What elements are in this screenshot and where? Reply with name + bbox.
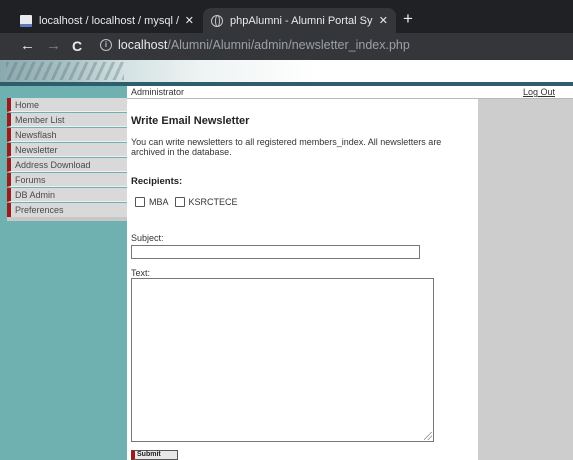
sidebar-item-newsletter[interactable]: Newsletter	[7, 143, 127, 157]
tab-title: phpAlumni - Alumni Portal Syste	[230, 14, 373, 27]
browser-tab-strip: localhost / localhost / mysql / us ✕ php…	[0, 0, 573, 33]
text-label: Text:	[131, 268, 151, 278]
recipient-checkbox-ksrctece[interactable]	[174, 197, 185, 207]
sidebar-menu-footer	[7, 217, 127, 221]
browser-tab-phpalumni[interactable]: phpAlumni - Alumni Portal Syste ✕	[203, 8, 396, 33]
sidebar-item-preferences[interactable]: Preferences	[7, 203, 127, 217]
back-arrow-icon[interactable]: ←	[20, 37, 35, 55]
url-host: localhost	[118, 38, 168, 52]
url-path: /Alumni/Alumni/admin/newsletter_index.ph…	[167, 38, 410, 52]
resize-handle-icon[interactable]	[424, 432, 432, 440]
intro-text: You can write newsletters to all registe…	[131, 137, 442, 157]
text-area[interactable]	[131, 278, 434, 442]
browser-tab-phpmyadmin[interactable]: localhost / localhost / mysql / us ✕	[12, 8, 202, 33]
admin-bar: Administrator Log Out	[127, 86, 573, 99]
new-tab-button[interactable]: +	[403, 9, 413, 29]
page-title: Write Email Newsletter	[131, 115, 250, 127]
sidebar-item-member-list[interactable]: Member List	[7, 113, 127, 127]
sidebar-item-home[interactable]: Home	[7, 98, 127, 112]
recipient-label-mba: MBA	[149, 197, 169, 207]
tab-title: localhost / localhost / mysql / us	[39, 14, 179, 27]
recipients-label: Recipients:	[131, 176, 183, 187]
browser-toolbar: ← → C i localhost/Alumni/Alumni/admin/ne…	[0, 33, 573, 60]
close-icon[interactable]: ✕	[379, 14, 388, 27]
phpmyadmin-icon	[20, 14, 32, 27]
logout-link[interactable]: Log Out	[523, 86, 555, 98]
right-column	[478, 99, 573, 460]
forward-arrow-icon[interactable]: →	[46, 37, 61, 55]
sidebar-item-db-admin[interactable]: DB Admin	[7, 188, 127, 202]
newsletter-form: Write Email Newsletter You can write new…	[127, 99, 478, 460]
sidebar: Home Member List Newsflash Newsletter Ad…	[0, 86, 127, 460]
site-banner-image	[0, 60, 573, 82]
sidebar-item-forums[interactable]: Forums	[7, 173, 127, 187]
globe-icon	[211, 14, 223, 27]
sidebar-item-newsflash[interactable]: Newsflash	[7, 128, 127, 142]
recipients-group: MBA KSRCTECE	[135, 197, 244, 207]
recipient-label-ksrctece: KSRCTECE	[188, 197, 238, 207]
reload-icon[interactable]: C	[72, 37, 82, 55]
site-info-icon[interactable]: i	[100, 39, 112, 51]
subject-label: Subject:	[131, 233, 164, 243]
close-icon[interactable]: ✕	[185, 14, 194, 27]
recipient-checkbox-mba[interactable]	[135, 197, 145, 207]
sidebar-item-address-download[interactable]: Address Download	[7, 158, 127, 172]
page-viewport: Home Member List Newsflash Newsletter Ad…	[0, 60, 573, 460]
current-user: Administrator	[131, 87, 185, 97]
address-bar[interactable]: localhost/Alumni/Alumni/admin/newsletter…	[118, 38, 410, 52]
subject-input[interactable]	[131, 245, 420, 259]
submit-button[interactable]: Submit	[131, 450, 178, 460]
